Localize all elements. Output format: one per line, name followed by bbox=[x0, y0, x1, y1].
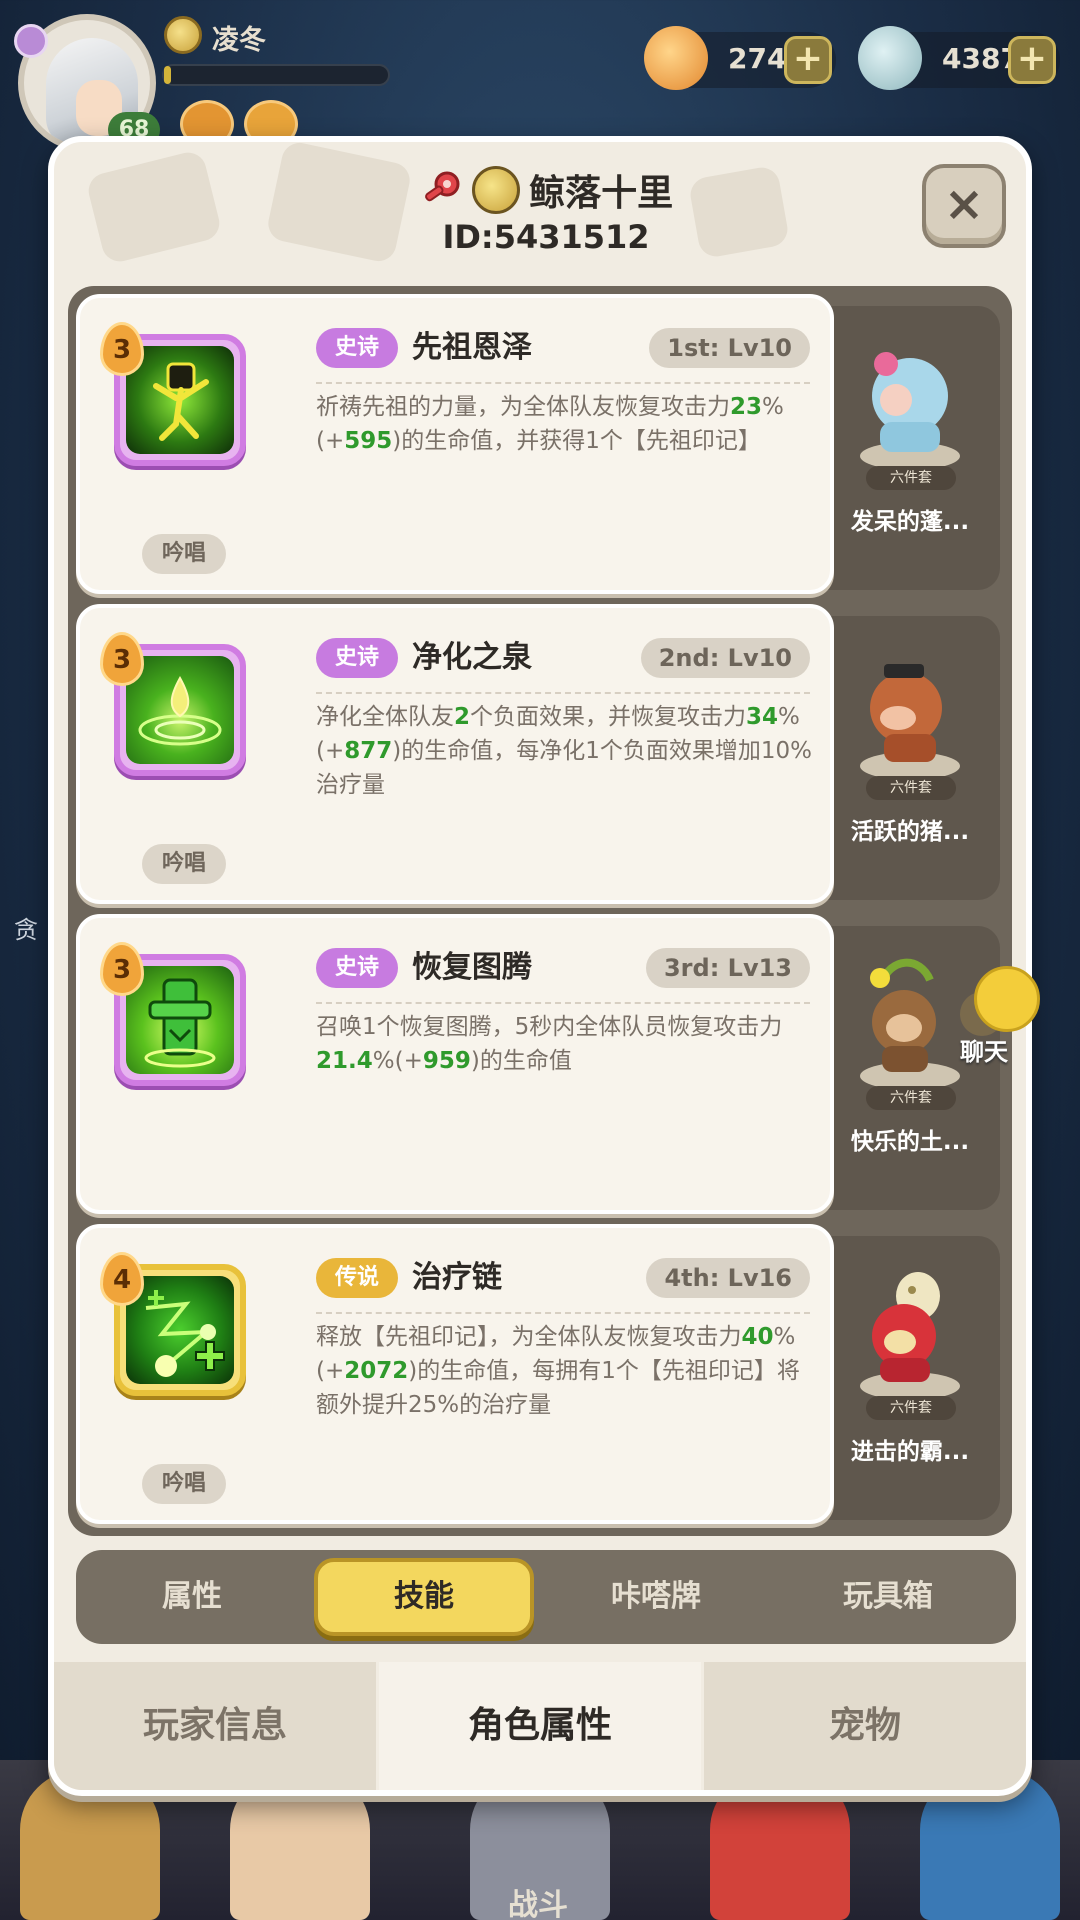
pet-dragon-icon bbox=[860, 1272, 960, 1400]
divider bbox=[316, 692, 810, 694]
shell-currency-icon bbox=[644, 26, 708, 90]
skill-star-badge: 3 bbox=[100, 942, 144, 996]
skill-card-body: 3 史诗 恢复图腾 3rd: Lv13 召唤1个恢复图腾，5秒内全体队员恢复攻击… bbox=[76, 914, 834, 1214]
pet-set-tag: 六件套 bbox=[866, 466, 956, 490]
pet-set-tag: 六件套 bbox=[866, 1396, 956, 1420]
skill-description: 净化全体队友2个负面效果，并恢复攻击力34%(+877)的生命值，每净化1个负面… bbox=[316, 704, 812, 798]
skill-name: 治疗链 bbox=[412, 1260, 502, 1295]
chat-face-icon bbox=[974, 966, 1040, 1032]
player-title-coin-icon bbox=[471, 166, 520, 214]
skill-name: 净化之泉 bbox=[412, 640, 532, 675]
pet-slot[interactable]: 六件套 进击的霸... bbox=[820, 1236, 1000, 1520]
tab-skills[interactable]: 技能 bbox=[314, 1558, 534, 1636]
skills-list: 六件套 发呆的蓬... 3 吟唱 史诗 先祖恩泽 1st: Lv10 祈祷先祖的… bbox=[68, 286, 1012, 1536]
currency-1-value: 274 bbox=[728, 42, 787, 75]
skill-card[interactable]: 六件套 活跃的猪... 3 吟唱 史诗 净化之泉 2nd: Lv10 净化全体队… bbox=[76, 604, 1004, 904]
skill-card-body: 3 吟唱 史诗 净化之泉 2nd: Lv10 净化全体队友2个负面效果，并恢复攻… bbox=[76, 604, 834, 904]
pet-name: 活跃的猪... bbox=[850, 819, 970, 845]
skill-star-badge: 3 bbox=[100, 322, 144, 376]
player-name: 凌冬 bbox=[212, 25, 266, 56]
rarity-badge: 史诗 bbox=[316, 638, 398, 678]
xp-bar bbox=[162, 64, 390, 86]
rarity-badge: 传说 bbox=[316, 1258, 398, 1298]
pet-boar-icon bbox=[860, 664, 960, 780]
xp-bar-fill bbox=[164, 66, 171, 84]
rarity-badge: 史诗 bbox=[316, 948, 398, 988]
chat-label: 聊天 bbox=[960, 1038, 1008, 1066]
tab-player-info[interactable]: 玩家信息 bbox=[54, 1662, 376, 1790]
skill-description: 祈祷先祖的力量，为全体队友恢复攻击力23%(+595)的生命值，并获得1个【先祖… bbox=[316, 394, 784, 454]
chant-tag: 吟唱 bbox=[142, 534, 226, 574]
skill-slot-level: 3rd: Lv13 bbox=[645, 948, 810, 988]
close-button[interactable]: × bbox=[922, 164, 1006, 248]
skill-card-body: 4 吟唱 传说 治疗链 4th: Lv16 释放【先祖印记】，为全体队友恢复攻击… bbox=[76, 1224, 834, 1524]
skill-card[interactable]: 六件套 进击的霸... 4 吟唱 传说 治疗链 4th: Lv16 释放【先祖印… bbox=[76, 1224, 1004, 1524]
skill-slot-level: 2nd: Lv10 bbox=[640, 638, 810, 678]
skill-card[interactable]: 六件套 发呆的蓬... 3 吟唱 史诗 先祖恩泽 1st: Lv10 祈祷先祖的… bbox=[76, 294, 1004, 594]
panel-title-row: 鲸落十里 bbox=[54, 164, 1038, 216]
pet-name: 快乐的土... bbox=[850, 1129, 970, 1155]
chant-tag: 吟唱 bbox=[142, 844, 226, 884]
pet-name: 发呆的蓬... bbox=[850, 509, 970, 535]
currency-bar-1: 274 + bbox=[644, 26, 836, 90]
player-title: 鲸落十里 bbox=[529, 173, 674, 214]
currency-bar-2: 4387 + bbox=[858, 26, 1060, 90]
pet-monkey-icon bbox=[860, 958, 960, 1090]
chant-tag: 吟唱 bbox=[142, 1464, 226, 1504]
skill-slot-level: 1st: Lv10 bbox=[649, 328, 810, 368]
skill-name: 恢复图腾 bbox=[412, 950, 532, 985]
skill-card[interactable]: 六件套 快乐的土... 3 史诗 恢复图腾 3rd: Lv13 召唤1个恢复图腾… bbox=[76, 914, 1004, 1214]
divider bbox=[316, 1002, 810, 1004]
player-id: ID:5431512 bbox=[442, 218, 650, 256]
pet-set-tag: 六件套 bbox=[866, 1086, 956, 1110]
skill-description: 释放【先祖印记】，为全体队友恢复攻击力40%(+2072)的生命值，每拥有1个【… bbox=[316, 1324, 800, 1418]
bottom-tab-bar: 玩家信息 角色属性 宠物 bbox=[54, 1662, 1026, 1790]
tab-card-deck[interactable]: 咔嗒牌 bbox=[546, 1558, 766, 1636]
clam-currency-icon bbox=[858, 26, 922, 90]
title-coin-icon bbox=[164, 16, 202, 54]
rarity-badge: 史诗 bbox=[316, 328, 398, 368]
skill-description: 召唤1个恢复图腾，5秒内全体队员恢复攻击力21.4%(+959)的生命值 bbox=[316, 1014, 783, 1074]
sub-tab-bar: 属性 技能 咔嗒牌 玩具箱 bbox=[76, 1550, 1016, 1644]
skill-name: 先祖恩泽 bbox=[412, 330, 532, 365]
chat-button[interactable]: 聊天 bbox=[960, 966, 1050, 1066]
tab-toy-box[interactable]: 玩具箱 bbox=[778, 1558, 998, 1636]
tab-attributes[interactable]: 属性 bbox=[82, 1558, 302, 1636]
pet-slot[interactable]: 六件套 活跃的猪... bbox=[820, 616, 1000, 900]
add-currency-2-button[interactable]: + bbox=[1008, 36, 1056, 84]
pet-name: 进击的霸... bbox=[850, 1439, 970, 1465]
pet-sheep-icon bbox=[860, 352, 960, 470]
tab-character-attributes[interactable]: 角色属性 bbox=[379, 1662, 701, 1790]
add-currency-1-button[interactable]: + bbox=[784, 36, 832, 84]
skill-star-badge: 3 bbox=[100, 632, 144, 686]
key-icon bbox=[424, 171, 460, 202]
tab-pets[interactable]: 宠物 bbox=[704, 1662, 1026, 1790]
pet-slot[interactable]: 六件套 发呆的蓬... bbox=[820, 306, 1000, 590]
skill-star-badge: 4 bbox=[100, 1252, 144, 1306]
divider bbox=[316, 382, 810, 384]
skill-card-body: 3 吟唱 史诗 先祖恩泽 1st: Lv10 祈祷先祖的力量，为全体队友恢复攻击… bbox=[76, 294, 834, 594]
skill-slot-level: 4th: Lv16 bbox=[646, 1258, 810, 1298]
side-label: 贪 bbox=[14, 916, 38, 944]
vip-badge-icon bbox=[14, 24, 48, 58]
pet-set-tag: 六件套 bbox=[866, 776, 956, 800]
player-info-panel: 鲸落十里 ID:5431512 × 六件套 发呆的蓬... 3 吟唱 史诗 先祖… bbox=[48, 136, 1032, 1796]
battle-nav-label[interactable]: 战斗 bbox=[508, 1880, 568, 1920]
divider bbox=[316, 1312, 810, 1314]
